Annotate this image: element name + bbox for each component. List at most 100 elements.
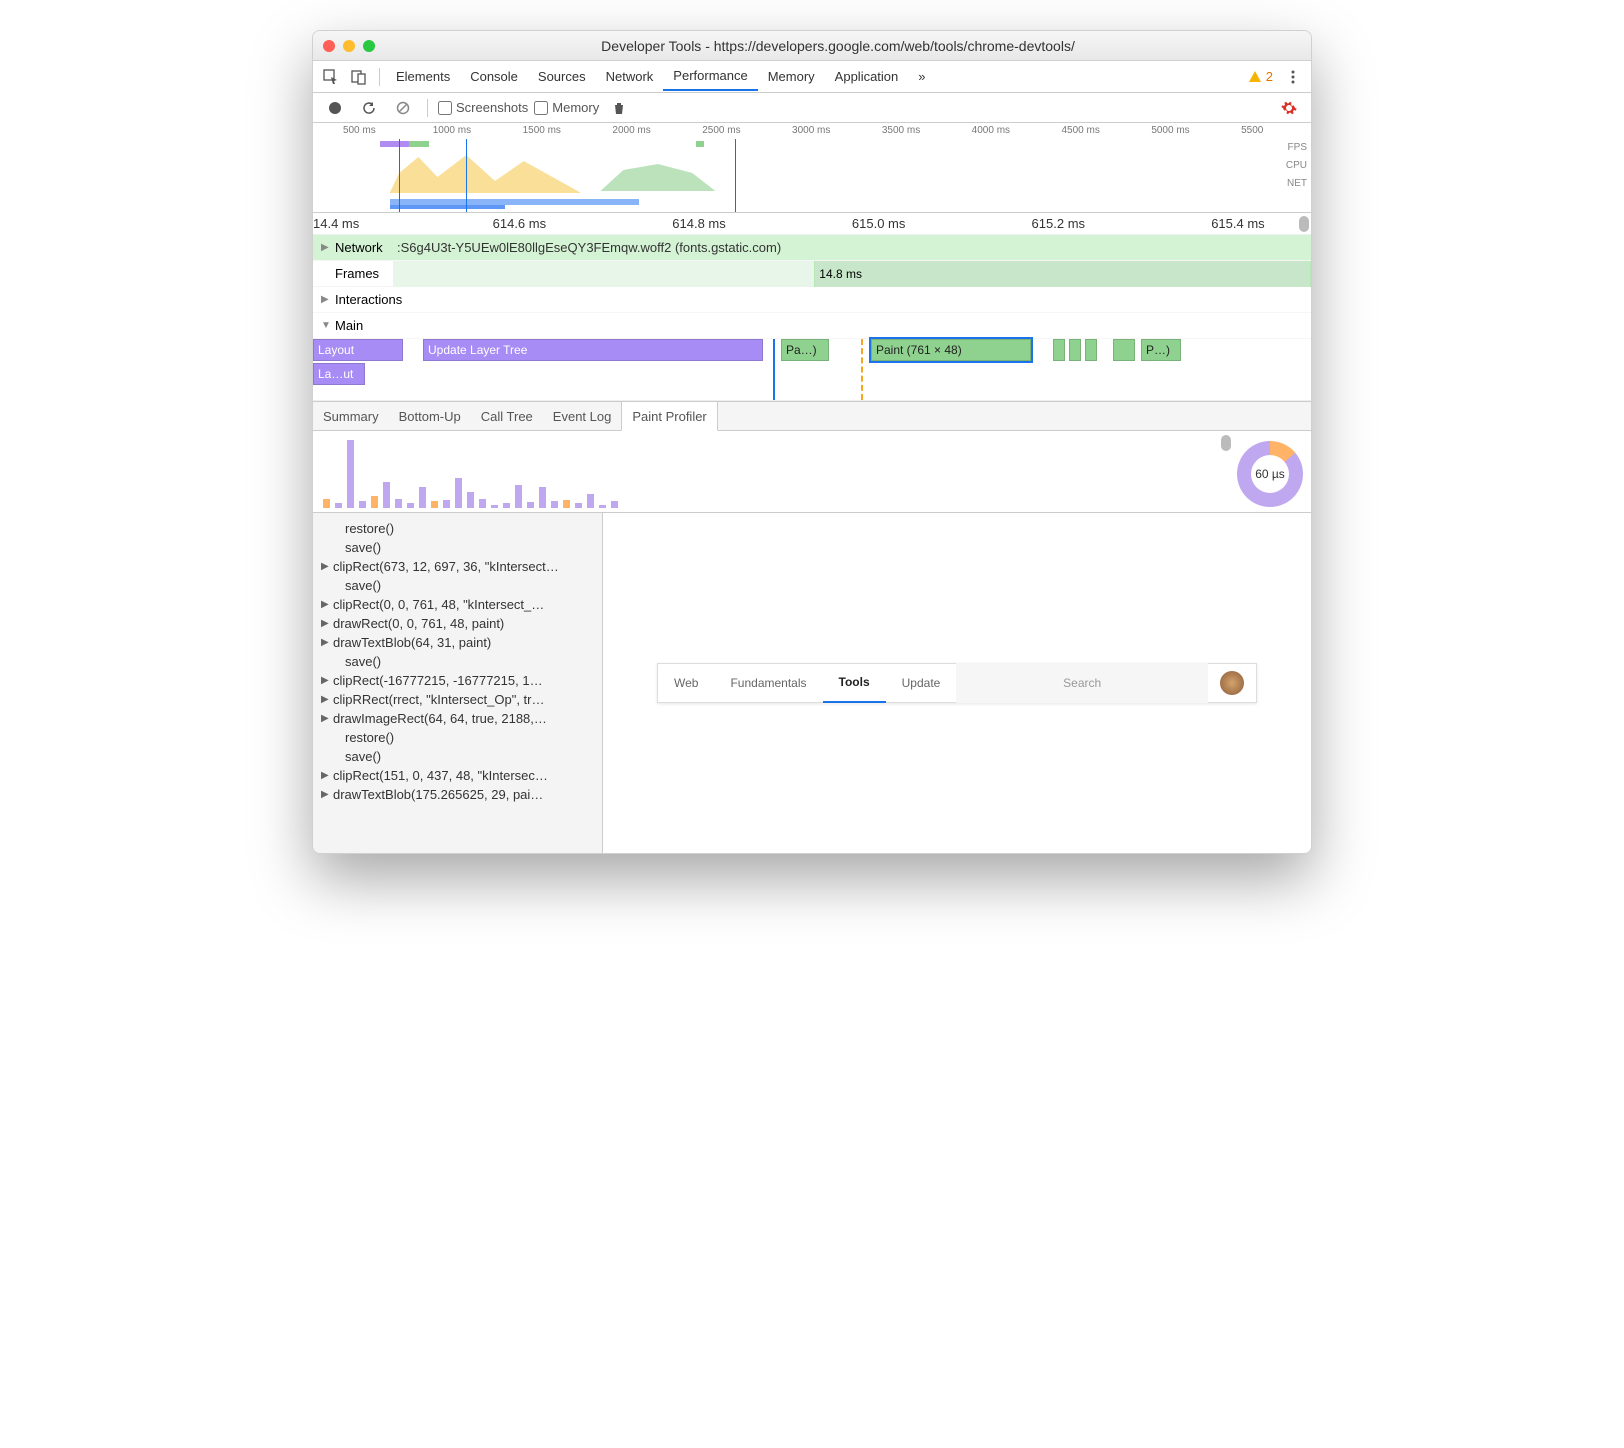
dtab-bottomup[interactable]: Bottom-Up bbox=[389, 401, 471, 431]
close-icon[interactable] bbox=[323, 40, 335, 52]
network-track[interactable]: ▶ Network :S6g4U3t-Y5UEw0lE80llgEseQY3FE… bbox=[313, 235, 1311, 261]
profiler-bar[interactable] bbox=[431, 501, 438, 508]
flame-layout[interactable]: Layout bbox=[313, 339, 403, 361]
dtab-eventlog[interactable]: Event Log bbox=[543, 401, 622, 431]
command-text: restore() bbox=[333, 521, 394, 536]
profiler-bar[interactable] bbox=[443, 500, 450, 508]
chevron-down-icon[interactable]: ▼ bbox=[321, 320, 333, 331]
tab-application[interactable]: Application bbox=[825, 63, 909, 90]
kebab-menu-icon[interactable] bbox=[1281, 65, 1305, 89]
flame-paint-selected[interactable]: Paint (761 × 48) bbox=[871, 339, 1031, 361]
flame-paint-1[interactable]: Pa…) bbox=[781, 339, 829, 361]
record-icon[interactable] bbox=[323, 96, 347, 120]
profiler-bar[interactable] bbox=[527, 502, 534, 508]
paint-command[interactable]: ▶drawImageRect(64, 64, true, 2188,… bbox=[313, 709, 602, 728]
device-toggle-icon[interactable] bbox=[347, 65, 371, 89]
scrollbar-thumb[interactable] bbox=[1299, 216, 1309, 232]
paint-command[interactable]: ▶clipRect(-16777215, -16777215, 1… bbox=[313, 671, 602, 690]
trash-icon[interactable] bbox=[607, 96, 631, 120]
zoom-icon[interactable] bbox=[363, 40, 375, 52]
settings-gear-icon[interactable] bbox=[1277, 96, 1301, 120]
paint-command[interactable]: save() bbox=[313, 538, 602, 557]
profiler-bar[interactable] bbox=[467, 492, 474, 508]
paint-command[interactable]: save() bbox=[313, 747, 602, 766]
flame-layout-2[interactable]: La…ut bbox=[313, 363, 365, 385]
reload-icon[interactable] bbox=[357, 96, 381, 120]
profiler-bar[interactable] bbox=[347, 440, 354, 508]
clear-icon[interactable] bbox=[391, 96, 415, 120]
paint-command[interactable]: ▶clipRRect(rrect, "kIntersect_Op", tr… bbox=[313, 690, 602, 709]
profiler-bar[interactable] bbox=[407, 503, 414, 508]
profiler-bar[interactable] bbox=[503, 503, 510, 508]
dtab-paintprofiler[interactable]: Paint Profiler bbox=[621, 401, 717, 431]
interactions-track[interactable]: ▶ Interactions bbox=[313, 287, 1311, 313]
preview-search[interactable]: Search bbox=[956, 663, 1208, 703]
paint-command[interactable]: ▶drawTextBlob(64, 31, paint) bbox=[313, 633, 602, 652]
paint-command[interactable]: ▶drawTextBlob(175.265625, 29, pai… bbox=[313, 785, 602, 804]
paint-command[interactable]: restore() bbox=[313, 519, 602, 538]
paint-command[interactable]: ▶clipRect(673, 12, 697, 36, "kIntersect… bbox=[313, 557, 602, 576]
paint-command-list[interactable]: restore()save()▶clipRect(673, 12, 697, 3… bbox=[313, 513, 603, 853]
profiler-bar[interactable] bbox=[563, 500, 570, 508]
profiler-bar[interactable] bbox=[551, 501, 558, 508]
flame-chart[interactable]: Layout Update Layer Tree Pa…) Paint (761… bbox=[313, 339, 1311, 401]
flame-small-2[interactable] bbox=[1069, 339, 1081, 361]
profiler-bar[interactable] bbox=[587, 494, 594, 508]
scrollbar-thumb[interactable] bbox=[1221, 435, 1231, 451]
profiler-bar[interactable] bbox=[455, 478, 462, 508]
tab-console[interactable]: Console bbox=[460, 63, 528, 90]
preview-tab-tools[interactable]: Tools bbox=[823, 663, 886, 703]
tab-elements[interactable]: Elements bbox=[386, 63, 460, 90]
paint-profiler-chart[interactable]: 60 µs bbox=[313, 431, 1311, 513]
tab-performance[interactable]: Performance bbox=[663, 62, 757, 91]
paint-command[interactable]: ▶clipRect(151, 0, 437, 48, "kIntersec… bbox=[313, 766, 602, 785]
profiler-bar[interactable] bbox=[515, 485, 522, 508]
paint-command[interactable]: save() bbox=[313, 576, 602, 595]
flame-update-layer-tree[interactable]: Update Layer Tree bbox=[423, 339, 763, 361]
profiler-bar[interactable] bbox=[575, 503, 582, 508]
chevron-right-icon[interactable]: ▶ bbox=[321, 242, 333, 253]
paint-command[interactable]: ▶clipRect(0, 0, 761, 48, "kIntersect_… bbox=[313, 595, 602, 614]
minimize-icon[interactable] bbox=[343, 40, 355, 52]
profiler-bar[interactable] bbox=[539, 487, 546, 508]
profiler-bar[interactable] bbox=[371, 496, 378, 508]
paint-command[interactable]: restore() bbox=[313, 728, 602, 747]
profiler-bar[interactable] bbox=[395, 499, 402, 508]
chevron-right-icon[interactable]: ▶ bbox=[321, 294, 333, 305]
paint-command[interactable]: save() bbox=[313, 652, 602, 671]
preview-tab-update[interactable]: Update bbox=[886, 676, 957, 690]
tab-memory[interactable]: Memory bbox=[758, 63, 825, 90]
preview-tab-web[interactable]: Web bbox=[658, 676, 714, 690]
warning-badge[interactable]: 2 bbox=[1242, 69, 1279, 84]
inspect-icon[interactable] bbox=[319, 65, 343, 89]
flame-ruler[interactable]: 14.4 ms 614.6 ms 614.8 ms 615.0 ms 615.2… bbox=[313, 213, 1311, 235]
tab-sources[interactable]: Sources bbox=[528, 63, 596, 90]
screenshots-checkbox[interactable]: Screenshots bbox=[438, 100, 528, 115]
flame-paint-2[interactable]: P…) bbox=[1141, 339, 1181, 361]
frames-track[interactable]: Frames 14.8 ms bbox=[313, 261, 1311, 287]
profiler-bar[interactable] bbox=[383, 482, 390, 508]
tab-network[interactable]: Network bbox=[596, 63, 664, 90]
profiler-bar[interactable] bbox=[599, 505, 606, 509]
paint-command[interactable]: ▶drawRect(0, 0, 761, 48, paint) bbox=[313, 614, 602, 633]
flame-small-1[interactable] bbox=[1053, 339, 1065, 361]
profiler-bar[interactable] bbox=[419, 487, 426, 508]
dtab-calltree[interactable]: Call Tree bbox=[471, 401, 543, 431]
flame-small-3[interactable] bbox=[1085, 339, 1097, 361]
profiler-bar[interactable] bbox=[479, 499, 486, 508]
tab-more[interactable]: » bbox=[908, 63, 935, 90]
profiler-bar[interactable] bbox=[359, 501, 366, 508]
preview-tab-fundamentals[interactable]: Fundamentals bbox=[714, 676, 822, 690]
command-text: save() bbox=[333, 654, 381, 669]
chevron-right-icon: ▶ bbox=[321, 789, 333, 800]
profiler-bar[interactable] bbox=[491, 505, 498, 509]
timeline-overview[interactable]: 500 ms 1000 ms 1500 ms 2000 ms 2500 ms 3… bbox=[313, 123, 1311, 213]
profiler-bar[interactable] bbox=[611, 501, 618, 508]
main-track-header[interactable]: ▼ Main bbox=[313, 313, 1311, 339]
dtab-summary[interactable]: Summary bbox=[313, 401, 389, 431]
memory-checkbox[interactable]: Memory bbox=[534, 100, 599, 115]
flame-small-4[interactable] bbox=[1113, 339, 1135, 361]
profiler-bar[interactable] bbox=[335, 503, 342, 508]
profiler-bar[interactable] bbox=[323, 499, 330, 508]
avatar[interactable] bbox=[1220, 671, 1244, 695]
